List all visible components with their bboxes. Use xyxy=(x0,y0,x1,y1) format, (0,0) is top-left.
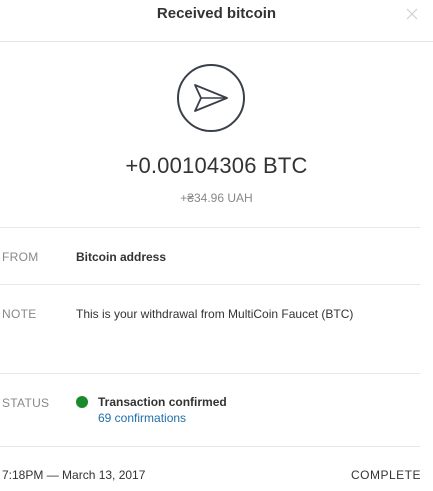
divider xyxy=(0,227,420,228)
btc-amount: +0.00104306 BTC xyxy=(125,153,308,178)
from-label: FROM xyxy=(2,250,39,264)
send-arrow-icon xyxy=(177,64,245,132)
fiat-amount: +₴34.96 UAH xyxy=(180,191,253,205)
note-label: NOTE xyxy=(2,307,37,321)
status-badge: COMPLETE xyxy=(350,468,421,482)
transaction-timestamp: 7:18PM — March 13, 2017 xyxy=(2,468,146,482)
note-value: This is your withdrawal from MultiCoin F… xyxy=(76,307,354,321)
close-icon[interactable] xyxy=(405,7,419,21)
from-value: Bitcoin address xyxy=(76,250,167,264)
confirmations-link[interactable]: 69 confirmations xyxy=(98,411,186,425)
status-indicator-icon xyxy=(76,396,88,408)
status-label: STATUS xyxy=(2,396,50,410)
divider xyxy=(0,446,420,447)
divider xyxy=(0,284,420,285)
status-value: Transaction confirmed xyxy=(98,395,227,409)
divider xyxy=(0,373,420,374)
dialog-header: Received bitcoin xyxy=(0,0,433,42)
dialog-title: Received bitcoin xyxy=(156,5,277,22)
